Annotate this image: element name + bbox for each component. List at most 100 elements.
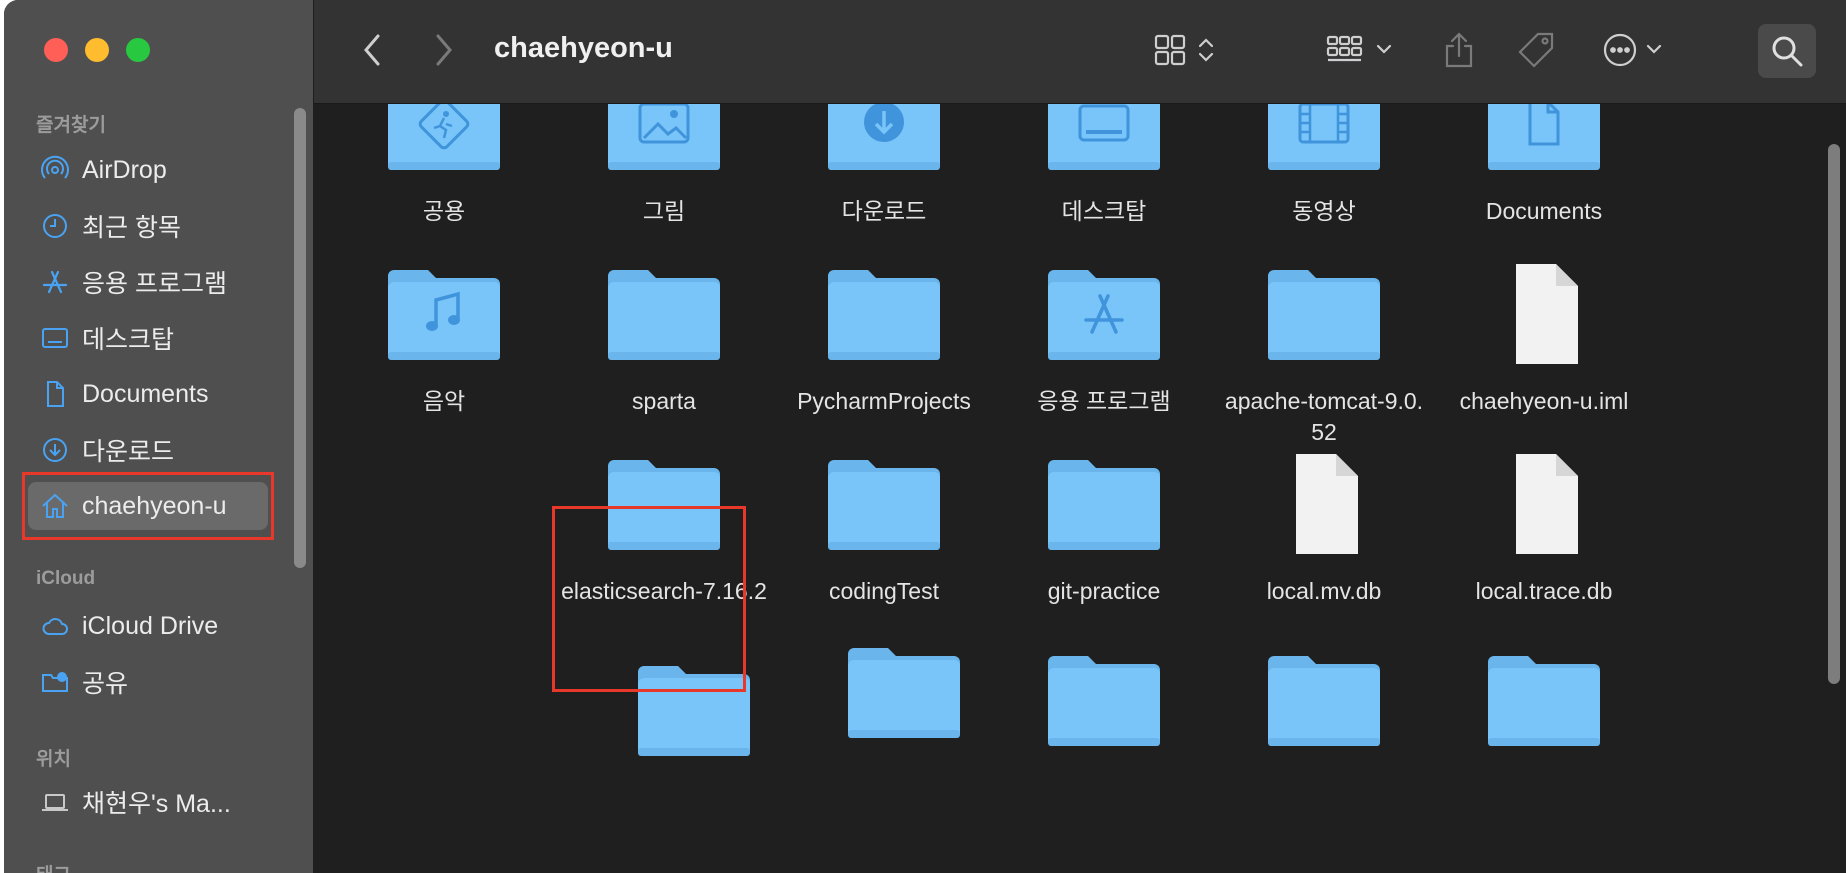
folder-item[interactable]: 그림 [564,104,764,227]
group-button[interactable] [1326,30,1400,70]
sidebar: 즐겨찾기 AirDrop 최근 항목 응용 프로그램 데스크탑 Document… [4,0,314,873]
item-label: 음악 [422,388,466,414]
folder-item[interactable]: apache-tomcat-9.0.52 [1224,264,1424,448]
file-item[interactable]: local.mv.db [1224,454,1424,607]
group-icon [1326,35,1392,62]
sidebar-item-label: 공유 [82,670,129,698]
item-label: 응용 프로그램 [1037,388,1171,414]
item-label: 그림 [642,198,686,224]
folder-item[interactable] [1224,650,1424,750]
folder-item[interactable] [1004,650,1204,750]
sidebar-item-downloads[interactable]: 다운로드 [28,426,268,474]
folder-item[interactable]: PycharmProjects [784,264,984,417]
file-icon [1516,454,1578,554]
folder-icon [1488,104,1600,170]
folder-icon [1048,656,1160,746]
file-icon [1516,264,1578,364]
folder-icon [848,648,960,738]
folder-item[interactable] [1444,650,1644,750]
zoom-window-button[interactable] [126,38,150,62]
chevron-right-icon [436,34,452,66]
item-label: PycharmProjects [797,388,971,414]
sidebar-scrollbar[interactable] [294,108,306,568]
document-icon [47,381,64,407]
item-label: local.mv.db [1266,578,1382,604]
forward-button[interactable] [432,30,456,70]
sidebar-item-airdrop[interactable]: AirDrop [28,146,268,194]
section-icloud-label: iCloud [36,568,96,589]
folder-icon [1048,460,1160,550]
chevron-left-icon [364,34,380,66]
folder-item[interactable]: Documents [1444,104,1644,227]
window-title: chaehyeon-u [494,32,673,64]
folder-item[interactable]: 공용 [344,104,544,227]
folder-item[interactable]: 음악 [344,264,544,417]
file-item[interactable]: chaehyeon-u.iml [1444,264,1644,417]
tag-icon [1518,32,1554,68]
sidebar-item-home[interactable]: chaehyeon-u [28,482,268,530]
window-controls [44,38,150,62]
item-label: apache-tomcat-9.0.52 [1224,388,1424,445]
folder-icon [1488,656,1600,746]
sidebar-item-macbook[interactable]: 채현우's Ma... [28,778,268,826]
file-item[interactable]: local.trace.db [1444,454,1644,607]
folder-item[interactable]: 다운로드 [784,104,984,227]
folder-icon [638,666,750,756]
item-label: chaehyeon-u.iml [1459,388,1629,414]
home-icon [42,493,68,518]
item-label: 데스크탑 [1061,198,1147,224]
content-scrollbar[interactable] [1828,144,1840,684]
airdrop-icon [41,155,69,179]
sidebar-item-label: AirDrop [82,155,167,184]
folder-icon [1048,104,1160,170]
sidebar-item-documents[interactable]: Documents [28,370,268,418]
sidebar-item-label: 응용 프로그램 [82,270,227,298]
view-mode-button[interactable] [1154,30,1224,70]
sidebar-item-label: 최근 항목 [82,214,181,242]
shared-folder-icon [42,672,68,692]
section-tags-label: 태그 [36,860,71,873]
search-icon [1772,36,1803,67]
more-actions-button[interactable] [1600,30,1670,70]
item-label: local.trace.db [1475,578,1613,604]
sidebar-item-label: 채현우's Ma... [82,790,231,818]
sidebar-item-desktop[interactable]: 데스크탑 [28,314,268,362]
folder-icon [608,460,720,550]
folder-item[interactable]: 데스크탑 [1004,104,1204,227]
toolbar: chaehyeon-u [314,0,1846,104]
sidebar-item-applications[interactable]: 응용 프로그램 [28,258,268,306]
folder-icon [608,270,720,360]
folder-item[interactable]: codingTest [784,454,984,607]
folder-item[interactable]: git-practice [1004,454,1204,607]
sidebar-item-label: 데스크탑 [82,326,175,354]
folder-item[interactable]: elasticsearch-7.16.2 [561,454,767,607]
search-button[interactable] [1758,24,1816,78]
item-label: 동영상 [1292,198,1356,224]
sidebar-item-label: Documents [82,379,209,408]
minimize-window-button[interactable] [85,38,109,62]
folder-item[interactable]: 응용 프로그램 [1004,264,1204,417]
folder-icon [1268,104,1380,170]
folder-item[interactable]: sparta [564,264,764,417]
sidebar-item-label: 다운로드 [82,438,175,466]
cloud-icon [42,618,68,635]
sidebar-item-icloud-drive[interactable]: iCloud Drive [28,602,268,650]
section-locations-label: 위치 [36,749,71,770]
share-button[interactable] [1442,30,1476,70]
sidebar-item-shared[interactable]: 공유 [28,658,268,706]
file-icon [1296,454,1358,554]
back-button[interactable] [360,30,384,70]
sidebar-item-label: iCloud Drive [82,611,219,640]
item-label: 다운로드 [841,198,927,224]
folder-icon [828,104,940,170]
folder-item[interactable] [594,660,794,760]
tag-button[interactable] [1516,30,1556,70]
folder-item[interactable] [804,642,1004,742]
folder-icon [388,270,500,360]
folder-icon [388,104,500,170]
finder-window: 즐겨찾기 AirDrop 최근 항목 응용 프로그램 데스크탑 Document… [4,0,1846,873]
item-label: Documents [1485,198,1603,224]
sidebar-item-recents[interactable]: 최근 항목 [28,202,268,250]
close-window-button[interactable] [44,38,68,62]
folder-item[interactable]: 동영상 [1224,104,1424,227]
